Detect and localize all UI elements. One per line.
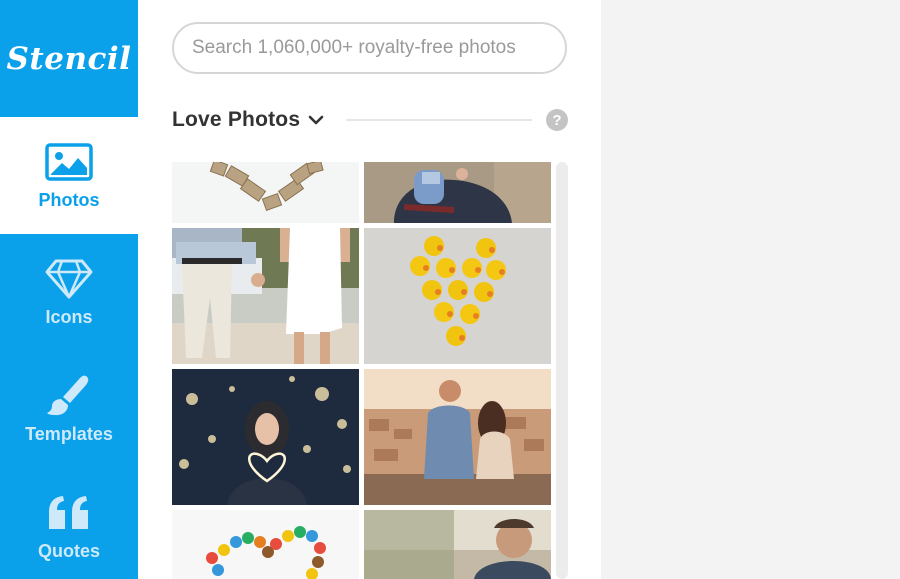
nav-item-label: Quotes [37, 541, 100, 561]
photos-panel: Love Photos ? [138, 0, 601, 579]
nav-item-photos[interactable]: Photos [0, 117, 138, 234]
photo-grid [172, 162, 552, 579]
photo-tile[interactable] [172, 510, 359, 579]
section-header: Love Photos ? [172, 104, 568, 136]
section-title[interactable]: Love Photos [172, 108, 300, 132]
photo-couple-hug [364, 162, 551, 223]
photo-couple-walking [172, 228, 359, 364]
quote-icon [43, 491, 95, 535]
search-box [172, 22, 567, 74]
nav-item-templates[interactable]: Templates [0, 351, 138, 468]
photo-woman-sparkler-heart [172, 369, 359, 505]
logo-text: Stencil [6, 40, 132, 77]
left-nav: Stencil Photos Icons Templates Quotes [0, 0, 138, 579]
photo-tile[interactable] [364, 162, 551, 223]
diamond-icon [43, 257, 95, 301]
photo-tile[interactable] [364, 369, 551, 505]
nav-item-quotes[interactable]: Quotes [0, 468, 138, 579]
help-icon[interactable]: ? [546, 109, 568, 131]
photo-tile[interactable] [172, 228, 359, 364]
photo-tile[interactable] [172, 162, 359, 223]
photo-tile[interactable] [364, 510, 551, 579]
scrollbar[interactable] [556, 162, 568, 579]
brush-icon [43, 374, 95, 418]
photo-tile[interactable] [364, 228, 551, 364]
image-icon [43, 140, 95, 184]
logo[interactable]: Stencil [0, 0, 138, 117]
divider [346, 119, 532, 121]
photo-couple-overlook-city [364, 369, 551, 505]
chevron-down-icon[interactable] [308, 112, 324, 128]
photo-candy-heart [172, 510, 359, 579]
nav-item-icons[interactable]: Icons [0, 234, 138, 351]
nav-item-label: Icons [45, 307, 93, 327]
photo-rubber-ducks-heart [364, 228, 551, 364]
photo-wooden-heart [172, 162, 359, 223]
photo-couple-sunset [364, 510, 551, 579]
nav-item-label: Templates [25, 424, 113, 444]
photo-tile[interactable] [172, 369, 359, 505]
nav-item-label: Photos [38, 190, 100, 210]
search-input[interactable] [192, 37, 547, 59]
